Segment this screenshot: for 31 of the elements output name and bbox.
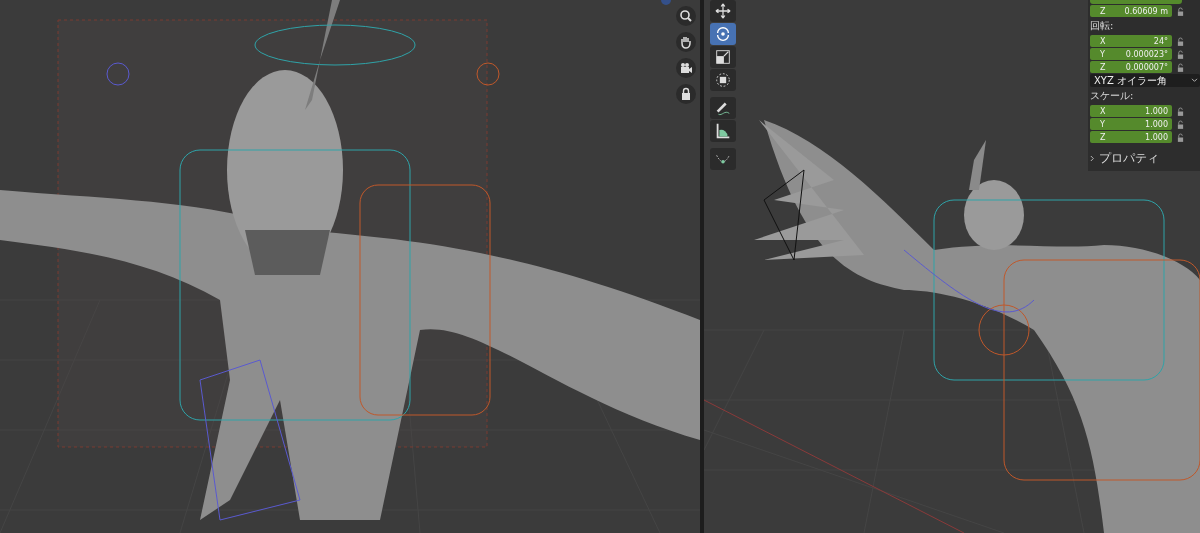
lock-icon[interactable] — [1177, 62, 1184, 72]
move-icon[interactable] — [710, 0, 736, 22]
scale-icon[interactable] — [710, 46, 736, 68]
lock-icon[interactable] — [1177, 36, 1184, 46]
lock-icon[interactable] — [1177, 132, 1184, 142]
value-field[interactable]: Z 1.000 — [1090, 131, 1172, 143]
value-field[interactable]: X 1.000 — [1090, 105, 1172, 117]
pencil-icon[interactable] — [710, 97, 736, 119]
curve-icon[interactable] — [710, 148, 736, 170]
lock-icon[interactable] — [1177, 119, 1184, 129]
rotate-icon[interactable] — [710, 23, 736, 45]
rotation-mode-dropdown[interactable]: XYZ オイラー角 — [1090, 74, 1200, 87]
value-field[interactable]: Z 0.60609 m — [1090, 5, 1172, 17]
value-field[interactable]: X 24° — [1090, 35, 1172, 47]
ruler-icon[interactable] — [710, 120, 736, 142]
camera-icon[interactable] — [676, 58, 696, 78]
transform-icon[interactable] — [710, 69, 736, 91]
lock-icon[interactable] — [1177, 49, 1184, 59]
properties-toggle[interactable]: プロパティ — [1090, 148, 1200, 167]
chevron-down-icon — [1191, 78, 1198, 83]
value-field[interactable]: Y 0.000023° — [1090, 48, 1172, 60]
lock-icon[interactable] — [1177, 6, 1184, 16]
lock-icon[interactable] — [1177, 106, 1184, 116]
rotation-label: 回転: — [1090, 19, 1115, 33]
value-field[interactable]: Z 0.000007° — [1090, 61, 1172, 73]
lock-icon[interactable] — [676, 84, 696, 104]
chevron-right-icon — [1090, 155, 1095, 162]
value-field[interactable]: Y 1.000 — [1090, 118, 1172, 130]
hand-icon[interactable] — [676, 32, 696, 52]
scale-label: スケール: — [1090, 89, 1135, 103]
zoom-icon[interactable] — [676, 6, 696, 26]
